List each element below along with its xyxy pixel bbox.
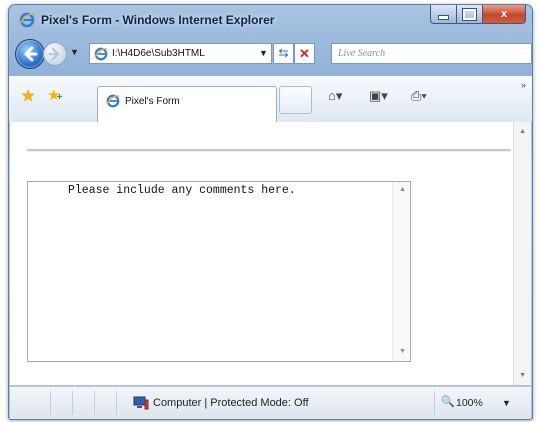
- page-icon: [106, 94, 120, 108]
- status-divider: [94, 391, 95, 415]
- zoom-icon[interactable]: 🔍: [441, 395, 455, 408]
- tab-pixels-form[interactable]: Pixel's Form: [97, 86, 277, 122]
- page-scrollbar[interactable]: ▲ ▼: [513, 122, 531, 385]
- status-text: Computer | Protected Mode: Off: [153, 397, 309, 409]
- close-icon: x: [500, 8, 508, 20]
- horizontal-rule: [27, 149, 511, 152]
- status-divider: [434, 391, 435, 415]
- scroll-down-icon[interactable]: ▼: [399, 348, 406, 355]
- tab-label: Pixel's Form: [125, 96, 180, 107]
- stop-icon: ✕: [299, 46, 310, 61]
- toolbar-overflow-icon[interactable]: »: [521, 80, 526, 90]
- tab-bar: ★ ★+ Pixel's Form ⌂▾ ▣▾ ⎙▾ »: [9, 75, 532, 123]
- stop-button[interactable]: ✕: [294, 43, 315, 64]
- home-icon[interactable]: ⌂▾: [328, 88, 342, 104]
- status-divider: [50, 391, 51, 415]
- scroll-up-icon[interactable]: ▲: [399, 186, 406, 193]
- title-bar[interactable]: Pixel's Form - Windows Internet Explorer…: [9, 5, 532, 35]
- textarea-value: Please include any comments here.: [68, 184, 296, 197]
- status-divider: [72, 391, 73, 415]
- refresh-button[interactable]: ⇆: [273, 43, 294, 64]
- refresh-icon: ⇆: [278, 46, 289, 60]
- address-bar[interactable]: I:\H4D6e\Sub3HTML ▼: [89, 43, 272, 64]
- search-box[interactable]: Live Search: [331, 43, 532, 64]
- recent-pages-dropdown[interactable]: ▼: [70, 47, 79, 57]
- comments-textarea[interactable]: Please include any comments here. ▲ ▼: [27, 181, 411, 362]
- maximize-button[interactable]: [457, 5, 483, 24]
- new-tab-button[interactable]: [279, 86, 312, 114]
- zoom-level[interactable]: 100%: [456, 397, 483, 409]
- address-dropdown-icon[interactable]: ▼: [259, 48, 268, 58]
- maximize-icon: [462, 7, 477, 21]
- navigation-bar: ▼ I:\H4D6e\Sub3HTML ▼ ⇆ ✕ Live Search: [9, 37, 532, 73]
- forward-arrow-icon: [48, 47, 60, 61]
- scroll-up-icon[interactable]: ▲: [519, 128, 526, 135]
- status-bar: Computer | Protected Mode: Off 🔍 100% ▼: [10, 386, 531, 419]
- minimize-icon: [438, 14, 449, 20]
- ie-logo-icon: [19, 12, 35, 28]
- search-placeholder: Live Search: [338, 48, 386, 59]
- feeds-icon[interactable]: ▣▾: [369, 88, 388, 104]
- computer-icon: [133, 396, 149, 410]
- zoom-dropdown-icon[interactable]: ▼: [502, 398, 511, 408]
- forward-button[interactable]: [43, 42, 67, 66]
- minimize-button[interactable]: [430, 5, 457, 24]
- browser-window: Pixel's Form - Windows Internet Explorer…: [8, 4, 533, 420]
- back-button[interactable]: [15, 39, 45, 69]
- print-icon[interactable]: ⎙▾: [411, 88, 427, 104]
- back-arrow-icon: [24, 46, 38, 62]
- status-divider: [116, 391, 117, 415]
- add-favorite-icon[interactable]: ★+: [47, 86, 62, 104]
- window-title: Pixel's Form - Windows Internet Explorer: [41, 13, 275, 27]
- address-text: I:\H4D6e\Sub3HTML: [112, 48, 205, 59]
- page-icon: [94, 47, 108, 61]
- textarea-scrollbar[interactable]: ▲ ▼: [392, 182, 410, 361]
- window-controls: x: [430, 5, 526, 25]
- scroll-down-icon[interactable]: ▼: [519, 372, 526, 379]
- page-content: Please include any comments here. ▲ ▼ ▲ …: [10, 122, 531, 385]
- favorites-star-icon[interactable]: ★: [21, 86, 35, 106]
- close-button[interactable]: x: [483, 5, 526, 24]
